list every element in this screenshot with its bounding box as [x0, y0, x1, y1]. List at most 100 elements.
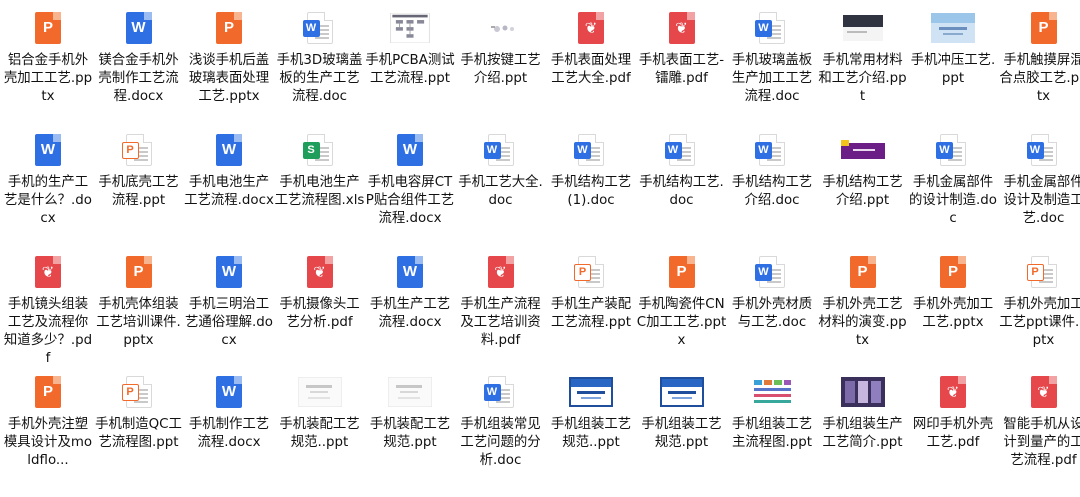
gray-slide-thumbnail-icon	[388, 372, 432, 412]
ppt-icon: P	[26, 8, 70, 48]
file-grid: P 铝合金手机外壳加工工艺.pptx W 镁合金手机外壳制作工艺流程.docx P 浅谈手…	[0, 0, 1080, 497]
ppt-icon: P	[207, 8, 251, 48]
file-name-label: 手机3D玻璃盖板的生产工艺流程.doc	[276, 53, 363, 104]
file-name-label: 手机表面处理工艺大全.pdf	[550, 53, 632, 86]
file-name-label: 手机金属部件设计及制造工艺.doc	[1003, 175, 1080, 226]
file-item[interactable]: W 手机电容屏CTP贴合组件工艺流程.docx	[365, 130, 455, 228]
file-item[interactable]: P 手机生产装配工艺流程.ppt	[546, 252, 636, 332]
file-item[interactable]: P 手机底壳工艺流程.ppt	[94, 130, 184, 210]
file-name-label: 手机的生产工艺是什么？.docx	[4, 175, 92, 226]
file-name-label: 手机装配工艺规范.ppt	[369, 417, 451, 450]
file-name-label: 浅谈手机后盖玻璃表面处理工艺.pptx	[188, 53, 270, 104]
word-outline-icon: W	[298, 8, 342, 48]
file-name-label: 手机表面工艺-镭雕.pdf	[638, 53, 725, 86]
file-item[interactable]: W 手机玻璃盖板生产加工工艺流程.doc	[727, 8, 817, 106]
word-outline-icon: W	[931, 130, 975, 170]
word-icon: W	[207, 372, 251, 412]
file-name-label: 手机工艺大全.doc	[458, 175, 543, 208]
file-item[interactable]: P 手机陶瓷件CNC加工工艺.pptx	[637, 252, 727, 350]
file-item[interactable]: W 手机生产工艺流程.docx	[365, 252, 455, 332]
file-name-label: 手机冲压工艺.ppt	[910, 53, 996, 86]
file-name-label: 铝合金手机外壳加工工艺.pptx	[3, 53, 93, 104]
file-item[interactable]: ❦ 智能手机从设计到量产的工艺流程.pdf	[999, 372, 1080, 470]
file-item[interactable]: 手机常用材料和工艺介绍.ppt	[818, 8, 908, 106]
file-item[interactable]: P 手机外壳注塑模具设计及moldflo...	[3, 372, 93, 470]
color-chart-thumbnail-icon	[750, 372, 794, 412]
word-icon: W	[207, 252, 251, 292]
file-item[interactable]: W 手机电池生产工艺流程.docx	[184, 130, 274, 210]
file-item[interactable]: P 手机触摸屏混合点胶工艺.pptx	[999, 8, 1080, 106]
file-name-label: 手机壳体组装工艺培训课件.pptx	[96, 297, 181, 348]
file-item[interactable]: W 镁合金手机外壳制作工艺流程.docx	[94, 8, 184, 106]
pdf-icon: ❦	[26, 252, 70, 292]
file-item[interactable]: W 手机制作工艺流程.docx	[184, 372, 274, 452]
word-outline-icon: W	[569, 130, 613, 170]
file-item[interactable]: 手机结构工艺介绍.ppt	[818, 130, 908, 210]
file-item[interactable]: W 手机金属部件的设计制造.doc	[908, 130, 998, 228]
file-item[interactable]: W 手机外壳材质与工艺.doc	[727, 252, 817, 332]
word-icon: W	[207, 130, 251, 170]
file-item[interactable]: P 手机外壳加工工艺ppt课件.pptx	[999, 252, 1080, 350]
ppt-icon: P	[117, 252, 161, 292]
word-outline-icon: W	[479, 372, 523, 412]
file-name-label: 手机PCBA测试工艺流程.ppt	[365, 53, 455, 86]
file-item[interactable]: P 手机外壳工艺材料的演变.pptx	[818, 252, 908, 350]
file-item[interactable]: ❦ 手机摄像头工艺分析.pdf	[275, 252, 365, 332]
file-item[interactable]: ❦ 手机表面处理工艺大全.pdf	[546, 8, 636, 88]
file-name-label: 手机制造QC工艺流程图.ppt	[95, 417, 182, 450]
file-item[interactable]: 手机按键工艺介绍.ppt	[456, 8, 546, 88]
file-name-label: 手机按键工艺介绍.ppt	[460, 53, 541, 86]
file-item[interactable]: P 手机外壳加工工艺.pptx	[908, 252, 998, 332]
file-item[interactable]: W 手机结构工艺介绍.doc	[727, 130, 817, 210]
file-name-label: 手机外壳加工工艺ppt课件.pptx	[999, 297, 1080, 348]
word-outline-icon: W	[750, 130, 794, 170]
file-item[interactable]: 手机PCBA测试工艺流程.ppt	[365, 8, 455, 88]
purple-slide-thumbnail-icon	[840, 130, 885, 170]
file-item[interactable]: W 手机结构工艺 (1).doc	[546, 130, 636, 210]
ppt-outline-icon: P	[117, 372, 161, 412]
file-item[interactable]: W 手机组装常见工艺问题的分析.doc	[456, 372, 546, 470]
ppt-outline-icon: P	[117, 130, 161, 170]
file-item[interactable]: W 手机3D玻璃盖板的生产工艺流程.doc	[275, 8, 365, 106]
photo-slide-thumbnail-icon	[840, 372, 885, 412]
ppt-outline-icon: P	[1022, 252, 1066, 292]
word-icon: W	[388, 130, 432, 170]
file-item[interactable]: 手机组装工艺规范..ppt	[546, 372, 636, 452]
word-outline-icon: W	[750, 8, 794, 48]
file-item[interactable]: 手机组装工艺规范.ppt	[637, 372, 727, 452]
file-item[interactable]: W 手机金属部件设计及制造工艺.doc	[999, 130, 1080, 228]
file-name-label: 手机生产装配工艺流程.ppt	[550, 297, 632, 330]
file-item[interactable]: W 手机结构工艺.doc	[637, 130, 727, 210]
file-name-label: 镁合金手机外壳制作工艺流程.docx	[98, 53, 179, 104]
file-name-label: 手机外壳加工工艺.pptx	[912, 297, 994, 330]
file-item[interactable]: W 手机的生产工艺是什么？.docx	[3, 130, 93, 228]
file-item[interactable]: 手机组装工艺主流程图.ppt	[727, 372, 817, 452]
file-item[interactable]: ❦ 手机生产流程及工艺培训资料.pdf	[456, 252, 546, 350]
file-name-label: 手机装配工艺规范..ppt	[279, 417, 360, 450]
file-item[interactable]: S 手机电池生产工艺流程图.xls	[275, 130, 365, 210]
file-name-label: 手机组装工艺规范.ppt	[641, 417, 722, 450]
file-name-label: 手机结构工艺.doc	[639, 175, 724, 208]
file-item[interactable]: 手机装配工艺规范..ppt	[275, 372, 365, 452]
file-item[interactable]: P 铝合金手机外壳加工工艺.pptx	[3, 8, 93, 106]
file-item[interactable]: P 浅谈手机后盖玻璃表面处理工艺.pptx	[184, 8, 274, 106]
word-icon: W	[26, 130, 70, 170]
file-item[interactable]: P 手机制造QC工艺流程图.ppt	[94, 372, 184, 452]
file-item[interactable]: ❦ 网印手机外壳工艺.pdf	[908, 372, 998, 452]
file-item[interactable]: 手机组装生产工艺简介.ppt	[818, 372, 908, 452]
file-item[interactable]: ❦ 手机镜头组装工艺及流程你知道多少？.pdf	[3, 252, 93, 368]
file-item[interactable]: 手机装配工艺规范.ppt	[365, 372, 455, 452]
file-item[interactable]: W 手机工艺大全.doc	[456, 130, 546, 210]
pdf-icon: ❦	[298, 252, 342, 292]
file-item[interactable]: W 手机三明治工艺通俗理解.docx	[184, 252, 274, 350]
file-name-label: 手机生产工艺流程.docx	[369, 297, 451, 330]
file-name-label: 手机摄像头工艺分析.pdf	[279, 297, 360, 330]
file-name-label: 手机结构工艺介绍.doc	[731, 175, 813, 208]
file-item[interactable]: P 手机壳体组装工艺培训课件.pptx	[94, 252, 184, 350]
gray-slide-thumbnail-icon	[297, 372, 342, 412]
blue-slide-thumbnail-icon	[931, 8, 975, 48]
ppt-icon: P	[931, 252, 975, 292]
file-name-label: 手机电容屏CTP贴合组件工艺流程.docx	[365, 175, 455, 226]
file-item[interactable]: ❦ 手机表面工艺-镭雕.pdf	[637, 8, 727, 88]
file-item[interactable]: 手机冲压工艺.ppt	[908, 8, 998, 88]
